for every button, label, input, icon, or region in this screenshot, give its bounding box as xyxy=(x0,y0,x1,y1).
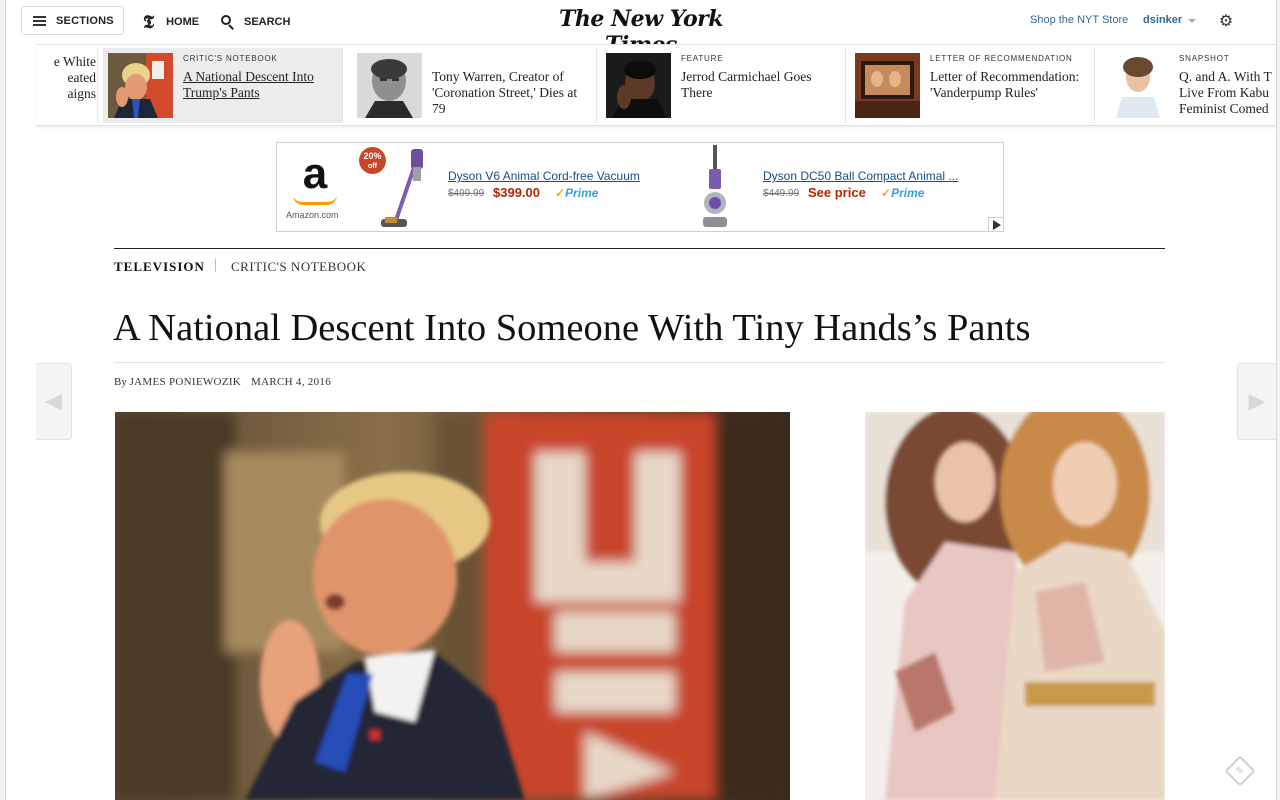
section-divider xyxy=(215,259,216,272)
search-link[interactable]: SEARCH xyxy=(221,12,290,32)
nyt-t-icon: 𝕿 xyxy=(143,12,155,32)
section-link[interactable]: TELEVISION xyxy=(114,259,205,275)
gear-icon[interactable]: ⚙ xyxy=(1218,13,1234,29)
checkmark-icon: ✓ xyxy=(555,186,566,200)
next-article-button[interactable]: ▶ xyxy=(1237,363,1276,440)
sections-button[interactable]: SECTIONS xyxy=(21,6,124,35)
hamburger-icon xyxy=(33,15,46,26)
ribbon-item[interactable]: SNAPSHOT Q. and A. With T Live From Kabu… xyxy=(1095,48,1276,123)
product-link[interactable]: Dyson DC50 Ball Compact Animal ... xyxy=(763,169,958,183)
masthead: SECTIONS 𝕿 HOME SEARCH The New York Time… xyxy=(6,0,1276,58)
ribbon-headline: Jerrod Carmichael Goes There xyxy=(681,69,812,100)
home-label: HOME xyxy=(166,16,200,28)
prime-badge: ✓Prime xyxy=(555,186,599,200)
headline-rule xyxy=(114,362,1165,363)
window-right-edge xyxy=(1276,0,1280,800)
ribbon-item[interactable]: e White eated aigns xyxy=(36,48,98,123)
old-price: $499.99 xyxy=(448,188,485,199)
adchoices-icon[interactable] xyxy=(988,217,1003,231)
ribbon-item-active[interactable]: CRITIC'S NOTEBOOK A National Descent Int… xyxy=(103,48,343,123)
article-headline: A National Descent Into Someone With Tin… xyxy=(113,307,1031,349)
ribbon-item[interactable]: Tony Warren, Creator of 'Coronation Stre… xyxy=(348,48,597,123)
amazon-domain: Amazon.com xyxy=(286,210,339,220)
ribbon-thumbnail xyxy=(606,53,671,118)
byline: By JAMES PONIEWOZIK xyxy=(114,376,241,388)
ribbon-thumbnail xyxy=(357,53,422,118)
ribbon-headline: Letter of Recommendation: 'Vanderpump Ru… xyxy=(930,69,1080,100)
nyt-logo[interactable]: The New York Times xyxy=(546,6,736,58)
ribbon-headline: A National Descent Into Trump's Pants xyxy=(183,69,314,100)
amazon-logo: a xyxy=(302,149,328,198)
subsection-link[interactable]: CRITIC'S NOTEBOOK xyxy=(231,259,366,275)
publish-date: MARCH 4, 2016 xyxy=(251,376,331,388)
article-top-rule xyxy=(114,248,1165,249)
old-price: $449.99 xyxy=(763,188,800,199)
sale-price: $399.00 xyxy=(493,185,540,200)
byline-prefix: By xyxy=(114,376,127,388)
vacuum-image[interactable] xyxy=(695,143,735,231)
checkmark-icon: ✓ xyxy=(881,186,892,200)
window-left-edge xyxy=(0,0,6,800)
feedback-icon[interactable]: ✎ xyxy=(1224,755,1256,787)
product-link[interactable]: Dyson V6 Animal Cord-free Vacuum xyxy=(448,169,640,183)
shop-store-link[interactable]: Shop the NYT Store xyxy=(1030,14,1128,26)
story-ribbon: e White eated aigns CRITIC'S NOTEBOOK A … xyxy=(36,44,1276,126)
chevron-right-icon: ▶ xyxy=(1248,389,1266,414)
previous-article-button[interactable]: ◀ xyxy=(36,363,72,440)
chevron-down-icon[interactable] xyxy=(1188,19,1196,23)
chevron-left-icon: ◀ xyxy=(45,389,62,414)
amazon-ad-banner[interactable]: a Amazon.com 20% off Dyson V6 Animal Cor… xyxy=(276,142,1004,232)
ribbon-kicker: CRITIC'S NOTEBOOK xyxy=(183,54,278,63)
search-label: SEARCH xyxy=(244,16,291,28)
prime-badge: ✓Prime xyxy=(881,186,925,200)
ribbon-thumbnail xyxy=(108,53,173,118)
search-icon xyxy=(221,15,235,30)
ribbon-headline: Tony Warren, Creator of 'Coronation Stre… xyxy=(432,69,578,116)
ribbon-headline: Q. and A. With T Live From Kabu Feminist… xyxy=(1179,69,1272,116)
ribbon-item[interactable]: FEATURE Jerrod Carmichael Goes There xyxy=(597,48,846,123)
ribbon-thumbnail xyxy=(1104,53,1169,118)
article-lead-photo[interactable] xyxy=(115,412,790,800)
author-link[interactable]: JAMES PONIEWOZIK xyxy=(130,376,241,388)
see-price: See price xyxy=(808,185,866,200)
ribbon-kicker: SNAPSHOT xyxy=(1179,54,1230,63)
ribbon-headline: e White eated aigns xyxy=(53,54,96,101)
amazon-smile-icon xyxy=(293,195,337,205)
ribbon-kicker: LETTER OF RECOMMENDATION xyxy=(930,54,1073,63)
user-account-link[interactable]: dsinker xyxy=(1143,14,1182,26)
ribbon-kicker: FEATURE xyxy=(681,54,724,63)
ribbon-thumbnail xyxy=(855,53,920,118)
sections-label: SECTIONS xyxy=(56,14,114,27)
ribbon-item[interactable]: LETTER OF RECOMMENDATION Letter of Recom… xyxy=(846,48,1095,123)
vacuum-image[interactable] xyxy=(373,147,433,231)
fashion-side-ad[interactable] xyxy=(865,412,1165,800)
home-link[interactable]: 𝕿 HOME xyxy=(143,12,199,32)
